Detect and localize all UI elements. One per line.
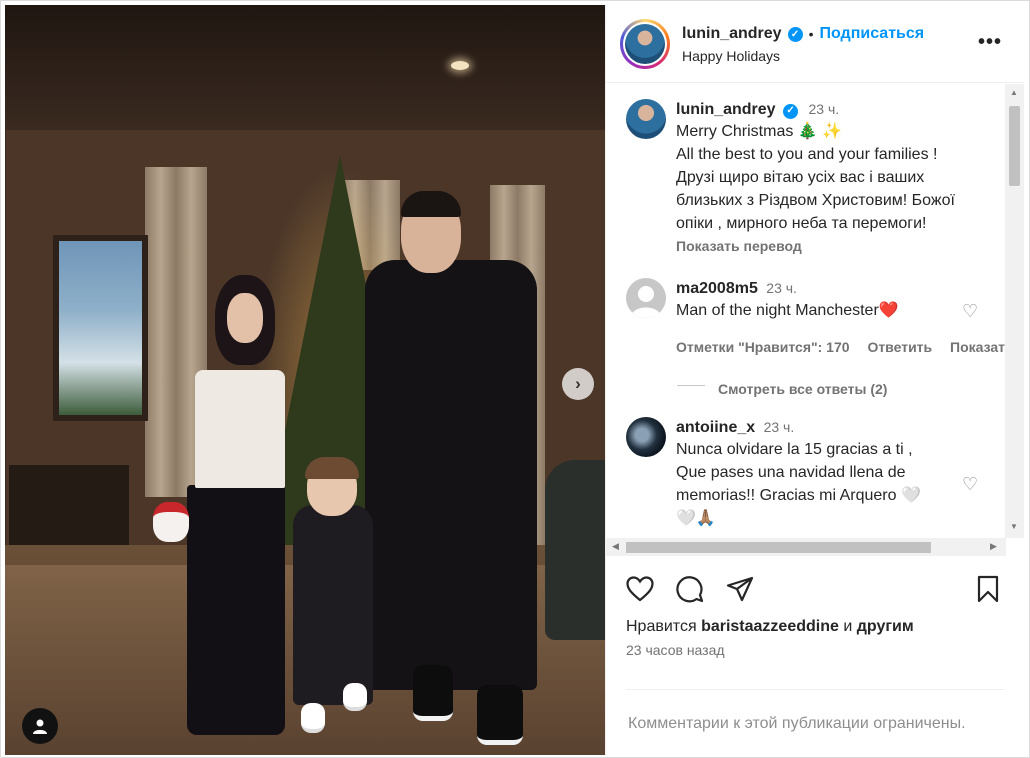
woman-figure xyxy=(187,485,285,735)
liked-by-user[interactable]: baristaazzeeddine xyxy=(701,618,839,635)
tagged-users-button[interactable] xyxy=(22,708,58,744)
ceiling-light xyxy=(451,61,469,70)
comment-icon xyxy=(676,576,704,603)
follow-button[interactable]: Подписаться xyxy=(819,25,924,43)
caption-author[interactable]: lunin_andrey xyxy=(676,101,776,118)
comment-like-heart-icon[interactable]: ♡ xyxy=(962,474,978,495)
post-header: lunin_andrey ✓ • Подписаться Happy Holid… xyxy=(606,5,1024,83)
scrollbar-thumb[interactable] xyxy=(1009,106,1020,186)
next-photo-button[interactable]: › xyxy=(562,368,594,400)
translate-link[interactable]: Показать перевод xyxy=(676,238,802,254)
woman-face xyxy=(227,293,263,343)
caption-line: опіки , мирного неба та перемоги! xyxy=(676,215,927,232)
share-button[interactable] xyxy=(724,573,756,605)
child-shoe-left xyxy=(301,703,325,733)
child-shoe-right xyxy=(343,683,367,711)
more-options-icon[interactable]: ••• xyxy=(978,31,1002,54)
view-replies-button[interactable]: Смотреть все ответы (2) xyxy=(718,381,887,397)
user-icon xyxy=(33,719,47,734)
author-avatar[interactable] xyxy=(620,19,670,69)
comment-like-heart-icon[interactable]: ♡ xyxy=(962,301,978,322)
chevron-right-icon: › xyxy=(575,374,581,393)
replies-divider xyxy=(677,385,705,386)
scrollbar-thumb[interactable] xyxy=(626,542,931,553)
verified-badge-icon: ✓ xyxy=(787,26,803,42)
caption-line: All the best to you and your families ! xyxy=(676,146,938,163)
send-icon xyxy=(726,576,754,602)
comment-button[interactable] xyxy=(674,573,706,605)
verified-badge-icon: ✓ xyxy=(783,103,799,119)
reply-button[interactable]: Ответить xyxy=(867,339,932,355)
comment-text: 🤍🙏🏽 xyxy=(676,510,716,527)
man-hair xyxy=(401,191,461,217)
post-photo[interactable]: › xyxy=(5,5,605,755)
comment-text: Que pases una navidad llena de xyxy=(676,464,906,481)
bookmark-icon xyxy=(977,575,999,603)
comments-horizontal-scrollbar[interactable]: ◀ ▶ xyxy=(606,538,1006,556)
caption-line: близьких з Різдвом Христовим! Божої xyxy=(676,192,955,209)
scroll-right-arrow-icon[interactable]: ▶ xyxy=(990,541,997,552)
comment-avatar[interactable] xyxy=(626,417,666,457)
caption-time[interactable]: 23 ч. xyxy=(808,101,839,117)
child-hair xyxy=(305,457,359,479)
post-timestamp[interactable]: 23 часов назад xyxy=(626,642,725,658)
comments-list[interactable]: lunin_andrey ✓ 23 ч. Merry Christmas 🎄 ✨… xyxy=(606,84,1006,538)
comment-author[interactable]: ma2008m5 xyxy=(676,280,758,297)
plush-toy xyxy=(153,502,189,542)
post-location[interactable]: Happy Holidays xyxy=(682,48,780,64)
armchair xyxy=(545,460,605,640)
comment-text: Man of the night Manchester❤️ xyxy=(676,302,899,319)
comment-author[interactable]: antoiine_x xyxy=(676,419,755,436)
post-actions xyxy=(606,565,1024,615)
comment-text: memorias!! Gracias mi Arquero 🤍 xyxy=(676,487,921,504)
divider xyxy=(626,689,1004,690)
separator-dot: • xyxy=(808,26,814,42)
comment-more-button[interactable]: Показать xyxy=(950,339,1006,355)
likes-summary: Нравится baristaazzeeddine и другим xyxy=(626,618,914,636)
scroll-up-arrow-icon[interactable]: ▲ xyxy=(1010,88,1018,97)
man-figure xyxy=(365,260,537,690)
scroll-down-arrow-icon[interactable]: ▼ xyxy=(1010,522,1018,531)
likes-and: и xyxy=(843,618,853,635)
caption-line: Друзі щиро вітаю усіх вас і ваших xyxy=(676,169,925,186)
heart-icon xyxy=(626,576,654,602)
comment-text: Nunca olvidare la 15 gracias a ti , xyxy=(676,441,913,458)
comments-restricted-notice: Комментарии к этой публикации ограничены… xyxy=(628,715,966,732)
child-figure xyxy=(293,505,373,705)
ceiling xyxy=(5,5,605,130)
caption-avatar[interactable] xyxy=(626,99,666,139)
caption-line: Merry Christmas 🎄 ✨ xyxy=(676,123,843,140)
window xyxy=(53,235,148,421)
save-button[interactable] xyxy=(972,573,1004,605)
scroll-left-arrow-icon[interactable]: ◀ xyxy=(612,541,619,552)
author-username[interactable]: lunin_andrey xyxy=(682,25,782,43)
post-dialog: › lunin_andrey ✓ • Подписаться Happy Hol… xyxy=(0,0,1030,758)
man-shoe-left xyxy=(413,665,453,721)
woman-top xyxy=(195,370,285,488)
comment-likes-count[interactable]: Отметки "Нравится": 170 xyxy=(676,339,850,355)
likes-prefix: Нравится xyxy=(626,618,697,635)
comment-time[interactable]: 23 ч. xyxy=(764,419,795,435)
comment-time[interactable]: 23 ч. xyxy=(766,280,797,296)
man-shoe-right xyxy=(477,685,523,745)
comments-vertical-scrollbar[interactable]: ▲ ▼ xyxy=(1005,84,1024,538)
like-button[interactable] xyxy=(624,573,656,605)
post-sidebar: lunin_andrey ✓ • Подписаться Happy Holid… xyxy=(605,5,1024,755)
liked-by-others-link[interactable]: другим xyxy=(857,618,914,635)
comment-avatar[interactable] xyxy=(626,278,666,318)
